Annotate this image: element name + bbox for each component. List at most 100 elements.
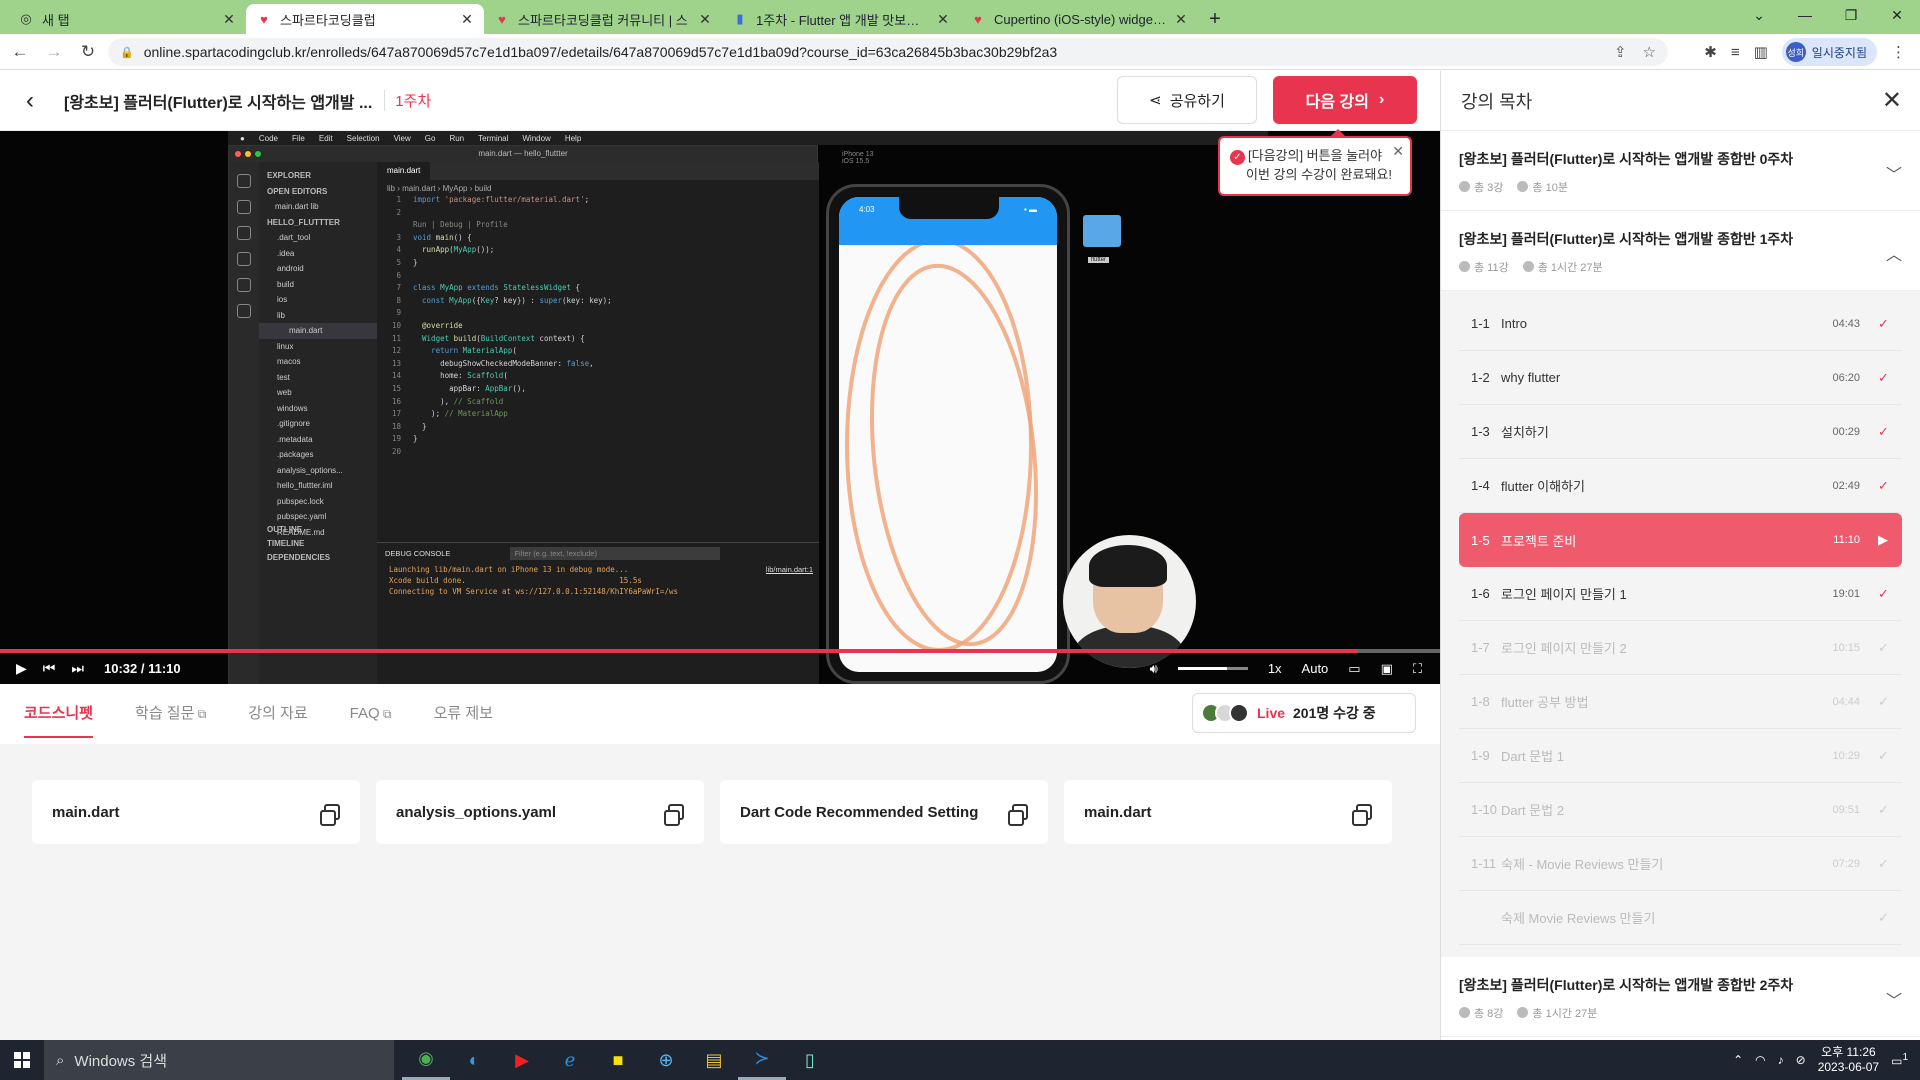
browser-tab[interactable]: ♥ Cupertino (iOS-style) widgets | ✕ bbox=[960, 4, 1198, 34]
edge-icon[interactable]: ◐ bbox=[450, 1040, 498, 1080]
mac-menu-item: View bbox=[393, 133, 411, 143]
tab-search-icon[interactable]: ⌄ bbox=[1736, 0, 1782, 30]
skip-forward-icon[interactable]: ⏭ bbox=[71, 660, 84, 677]
week-section[interactable]: [왕초보] 플러터(Flutter)로 시작하는 앱개발 종합반 0주차 총 3강… bbox=[1441, 131, 1920, 211]
wifi-icon[interactable]: ◠ bbox=[1755, 1053, 1765, 1067]
tab-close-icon[interactable]: ✕ bbox=[936, 11, 950, 28]
tab-close-icon[interactable]: ✕ bbox=[460, 11, 474, 28]
browser-tab[interactable]: ◎ 새 탭 ✕ bbox=[8, 4, 246, 34]
side-panel-icon[interactable]: ▥ bbox=[1754, 43, 1768, 61]
extensions-icon[interactable]: ✱ bbox=[1704, 43, 1717, 61]
tab-close-icon[interactable]: ✕ bbox=[698, 11, 712, 28]
explorer-item: analysis_options... bbox=[277, 465, 343, 475]
mac-menu-item: Selection bbox=[346, 133, 380, 143]
snippet-card[interactable]: main.dart bbox=[1064, 780, 1392, 844]
lesson-item[interactable]: 1-1 Intro 04:43 ✓ bbox=[1459, 297, 1902, 351]
play-icon: ▶ bbox=[1878, 532, 1888, 547]
play-icon[interactable]: ▶ bbox=[16, 660, 27, 677]
menu-kebab-icon[interactable]: ⋮ bbox=[1891, 43, 1906, 61]
code-snippets-area: main.dart analysis_options.yaml Dart Code … bbox=[0, 744, 1440, 1040]
lesson-item[interactable]: 1-9 Dart 문법 1 10:29 ✓ bbox=[1459, 729, 1902, 783]
lesson-item[interactable]: 1-5 프로젝트 준비 11:10 ▶ bbox=[1459, 513, 1902, 567]
quality-button[interactable]: Auto bbox=[1302, 661, 1329, 676]
new-tab-button[interactable]: + bbox=[1198, 4, 1232, 34]
close-icon[interactable]: ✕ bbox=[1882, 86, 1902, 115]
fullscreen-icon[interactable]: ⛶ bbox=[1413, 661, 1422, 677]
lesson-item[interactable]: 1-11 숙제 - Movie Reviews 만들기 07:29 ✓ bbox=[1459, 837, 1902, 891]
file-explorer-icon[interactable]: ▤ bbox=[690, 1040, 738, 1080]
taskbar-search[interactable]: ⌕ Windows 검색 bbox=[44, 1040, 394, 1080]
content-tab[interactable]: 강의 자료 bbox=[248, 684, 307, 744]
back-chevron-icon[interactable]: ‹ bbox=[26, 87, 56, 115]
bookmark-star-icon[interactable]: ☆ bbox=[1643, 43, 1656, 61]
snippet-card[interactable]: analysis_options.yaml bbox=[376, 780, 704, 844]
chevron-up-icon[interactable]: ⌃ bbox=[1733, 1053, 1743, 1067]
browser-tab[interactable]: ♥ 스파르타코딩클럽 커뮤니티 | 스 ✕ bbox=[484, 4, 722, 34]
skip-back-icon[interactable]: ⏮ bbox=[43, 660, 56, 677]
tab-close-icon[interactable]: ✕ bbox=[1174, 11, 1188, 28]
lesson-item[interactable]: 1-4 flutter 이해하기 02:49 ✓ bbox=[1459, 459, 1902, 513]
back-icon[interactable]: ← bbox=[6, 38, 34, 66]
snippet-card[interactable]: main.dart bbox=[32, 780, 360, 844]
minimize-button[interactable]: — bbox=[1782, 0, 1828, 30]
lesson-item[interactable]: 1-6 로그인 페이지 만들기 1 19:01 ✓ bbox=[1459, 567, 1902, 621]
snippet-card[interactable]: Dart Code Recommended Setting bbox=[720, 780, 1048, 844]
copy-icon[interactable] bbox=[320, 804, 340, 826]
share-page-icon[interactable]: ⇪ bbox=[1614, 43, 1627, 61]
week-section[interactable]: [왕초보] 플러터(Flutter)로 시작하는 앱개발 종합반 2주차 총 8강… bbox=[1441, 957, 1920, 1037]
vscode-icon[interactable]: ≻ bbox=[738, 1040, 786, 1080]
notification-icon[interactable]: ▭1 bbox=[1891, 1052, 1908, 1068]
video-player[interactable]: ● Code File Edit Selection View Go Run Terminal W… bbox=[0, 131, 1440, 684]
copy-icon[interactable] bbox=[1008, 804, 1028, 826]
browser-tab[interactable]: ▮ 1주차 - Flutter 앱 개발 맛보기 & ✕ bbox=[722, 4, 960, 34]
clock[interactable]: 오후 11:26 2023-06-07 bbox=[1818, 1045, 1879, 1075]
subtitles-icon[interactable]: ▭ bbox=[1348, 661, 1360, 677]
close-window-button[interactable]: ✕ bbox=[1874, 0, 1920, 30]
lesson-item[interactable]: 숙제 Movie Reviews 만들기 ✓ bbox=[1459, 891, 1902, 945]
volume-slider[interactable] bbox=[1177, 667, 1248, 670]
speaker-icon[interactable]: ♪ bbox=[1778, 1053, 1784, 1067]
reload-icon[interactable]: ↻ bbox=[74, 38, 102, 66]
share-button[interactable]: ⋖ 공유하기 bbox=[1117, 76, 1257, 124]
app-store-icon[interactable]: ⊕ bbox=[642, 1040, 690, 1080]
url-field[interactable]: 🔒 online.spartacodingclub.kr/enrolleds/6… bbox=[108, 38, 1668, 66]
profile-button[interactable]: 성희 일시중지됨 bbox=[1781, 38, 1877, 66]
lesson-duration: 00:29 bbox=[1832, 425, 1860, 438]
content-tab[interactable]: 학습 질문 ⧉ bbox=[135, 684, 206, 744]
network-icon[interactable]: ⊘ bbox=[1796, 1053, 1806, 1067]
pip-icon[interactable]: ▣ bbox=[1381, 661, 1393, 677]
copy-icon[interactable] bbox=[1352, 804, 1372, 826]
explorer-item: main.dart bbox=[259, 323, 377, 339]
tooltip-close-icon[interactable]: ✕ bbox=[1392, 142, 1404, 161]
content-tab[interactable]: FAQ ⧉ bbox=[350, 684, 392, 744]
chevron-down-icon[interactable]: ﹀ bbox=[1886, 161, 1902, 185]
reading-list-icon[interactable]: ≡ bbox=[1731, 44, 1740, 61]
notepad-icon[interactable]: ▯ bbox=[786, 1040, 834, 1080]
next-lecture-button[interactable]: 다음 강의 › bbox=[1273, 76, 1417, 124]
week-section[interactable]: [왕초보] 플러터(Flutter)로 시작하는 앱개발 종합반 1주차 총 11… bbox=[1441, 211, 1920, 291]
explorer-item: android bbox=[277, 264, 304, 273]
volume-icon[interactable]: 🔊︎ bbox=[1150, 661, 1158, 677]
forward-icon[interactable]: → bbox=[40, 38, 68, 66]
chevron-up-icon[interactable]: ︿ bbox=[1886, 241, 1902, 265]
kakaotalk-icon[interactable]: ■ bbox=[594, 1040, 642, 1080]
ie-icon[interactable]: ℯ bbox=[546, 1040, 594, 1080]
lesson-item[interactable]: 1-10 Dart 문법 2 09:51 ✓ bbox=[1459, 783, 1902, 837]
lesson-item[interactable]: 1-2 why flutter 06:20 ✓ bbox=[1459, 351, 1902, 405]
lesson-name: 로그인 페이지 만들기 1 bbox=[1501, 587, 1627, 602]
content-tab[interactable]: 코드스니펫 bbox=[24, 684, 94, 744]
browser-tab[interactable]: ♥ 스파르타코딩클럽 ✕ bbox=[246, 4, 484, 34]
start-button[interactable] bbox=[0, 1040, 44, 1080]
lesson-item[interactable]: 1-3 설치하기 00:29 ✓ bbox=[1459, 405, 1902, 459]
maximize-button[interactable]: ❐ bbox=[1828, 0, 1874, 30]
chevron-down-icon[interactable]: ﹀ bbox=[1886, 987, 1902, 1011]
lesson-item[interactable]: 1-8 flutter 공부 방법 04:44 ✓ bbox=[1459, 675, 1902, 729]
content-tab[interactable]: 오류 제보 bbox=[434, 684, 493, 744]
lesson-item[interactable]: 1-7 로그인 페이지 만들기 2 10:15 ✓ bbox=[1459, 621, 1902, 675]
youtube-icon[interactable]: ▶ bbox=[498, 1040, 546, 1080]
chrome-icon[interactable]: ◉ bbox=[402, 1040, 450, 1080]
tab-close-icon[interactable]: ✕ bbox=[222, 11, 236, 28]
speed-button[interactable]: 1x bbox=[1268, 661, 1282, 676]
lesson-number: 1-10 bbox=[1471, 802, 1498, 817]
copy-icon[interactable] bbox=[664, 804, 684, 826]
